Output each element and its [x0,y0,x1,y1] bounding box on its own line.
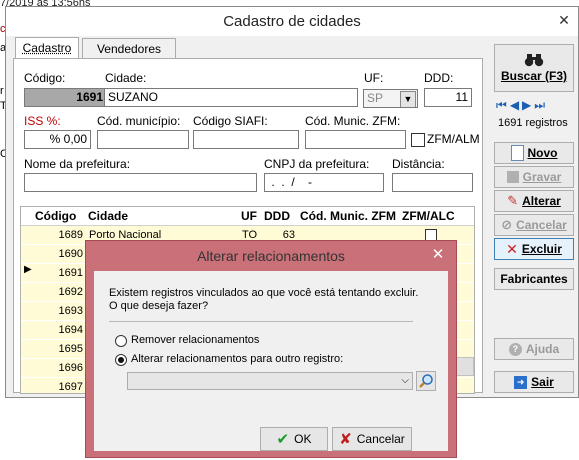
action-panel: Buscar (F3) ⏮◀▶⏭ 1691 registros Novo Gra… [491,44,577,396]
window-title: Cadastro de cidades [6,7,578,36]
cell-codigo: 1691 [58,267,83,279]
chevron-down-icon[interactable]: ▼ [400,91,416,107]
dialog-close-button[interactable]: ✕ [426,241,450,269]
dialog-body: Existem registros vinculados ao que você… [94,271,448,451]
codigo-field[interactable]: 1691 [24,88,107,107]
cell-codigo: 1694 [58,324,83,336]
gravar-button[interactable]: Gravar [494,166,574,188]
last-record-icon[interactable]: ⏭ [534,98,548,112]
distancia-label: Distância: [392,157,445,171]
cell-codigo: 1696 [58,362,83,374]
cell-codigo: 1695 [58,343,83,355]
background-edge-text: r [0,85,4,97]
registro-destino-select[interactable]: ⌵ [127,372,413,390]
current-row-indicator-icon: ▶ [24,264,32,275]
cnpj-label: CNPJ da prefeitura: [264,157,370,171]
uf-value: SP [367,91,384,105]
remover-relacionamentos-radio[interactable] [115,335,127,347]
previous-record-icon[interactable]: ◀ [510,98,522,112]
exit-icon: ➜ [514,375,528,389]
check-icon: ✔ [276,431,290,448]
close-icon: ✘ [339,431,352,448]
column-header-uf[interactable]: UF [241,207,257,225]
dialog-divider [109,321,413,322]
sair-button[interactable]: ➜ Sair [494,371,574,393]
column-header-zfm-alc[interactable]: ZFM/ALC [402,207,455,225]
alterar-relacionamentos-label[interactable]: Alterar relacionamentos para outro regis… [131,353,343,365]
ok-button[interactable]: ✔ OK [260,427,328,451]
remover-relacionamentos-label[interactable]: Remover relacionamentos [131,334,259,346]
cod-municipio-label: Cód. município: [97,114,181,128]
codigo-siafi-label: Código SIAFI: [193,114,268,128]
ajuda-button[interactable]: ? Ajuda [494,338,574,360]
cell-codigo: 1693 [58,305,83,317]
window-close-button[interactable]: ✕ [550,9,578,31]
ddd-label: DDD: [424,71,454,85]
tab-vendedores[interactable]: Vendedores [82,38,176,58]
cod-munic-zfm-label: Cód. Munic. ZFM: [305,114,401,128]
cancel-icon: ⊘ [501,217,513,232]
column-header-cidade[interactable]: Cidade [88,207,128,225]
excluir-button[interactable]: ✕ Excluir [494,238,574,260]
codigo-label: Código: [24,71,66,85]
alterar-relacionamentos-dialog: Alterar relacionamentos ✕ Existem regist… [85,240,457,458]
dialog-title: Alterar relacionamentos [197,248,345,264]
column-header-cod-munic-zfm[interactable]: Cód. Munic. ZFM [300,207,396,225]
tab-cadastro[interactable]: Cadastro [15,37,79,59]
iss-input[interactable]: % 0,00 [24,130,91,149]
search-button[interactable] [416,371,436,391]
alterar-relacionamentos-radio[interactable] [115,354,127,366]
next-record-icon[interactable]: ▶ [522,98,534,112]
grid-scrollbar[interactable] [456,357,474,376]
cancelar-button[interactable]: ⊘ Cancelar [494,214,574,236]
edit-pencil-icon: ✎ [507,193,519,208]
uf-label: UF: [364,71,384,85]
nome-prefeitura-input[interactable] [24,173,257,192]
help-icon: ? [508,342,522,356]
cell-codigo: 1690 [58,248,83,260]
buscar-button[interactable]: Buscar (F3) [494,44,574,92]
first-record-icon[interactable]: ⏮ [496,98,510,112]
cnpj-input[interactable]: . . / - [264,173,384,192]
alterar-button[interactable]: ✎ Alterar [494,190,574,212]
search-icon [419,374,433,388]
record-navigator[interactable]: ⏮◀▶⏭ [496,98,548,113]
nome-prefeitura-label: Nome da prefeitura: [24,157,131,171]
fabricantes-button[interactable]: Fabricantes [494,268,574,290]
cod-municipio-input[interactable] [97,130,189,149]
dialog-message-line2: O que deseja fazer? [109,300,209,312]
save-icon [506,171,519,183]
novo-button[interactable]: Novo [494,142,574,164]
zfm-alm-label: ZFM/ALM [427,132,480,146]
column-header-ddd[interactable]: DDD [264,207,290,225]
cidade-input[interactable]: SUZANO [104,88,358,107]
dialog-message: Existem registros vinculados ao que você… [109,287,418,313]
uf-select[interactable]: SP ▼ [363,89,418,108]
chevron-down-icon: ⌵ [401,375,409,386]
zfm-alm-checkbox[interactable] [411,133,425,147]
cell-codigo: 1697 [58,381,83,393]
distancia-input[interactable] [392,173,473,192]
ddd-input[interactable]: 11 [424,88,472,107]
cell-codigo: 1692 [58,286,83,298]
new-document-icon [510,145,524,161]
iss-label: ISS %: [24,114,61,128]
cidade-label: Cidade: [105,71,147,85]
cod-munic-zfm-input[interactable] [305,130,406,149]
cell-codigo: 1689 [58,229,83,241]
registros-count: 1691 registros [498,117,568,129]
codigo-siafi-input[interactable] [193,130,299,149]
dialog-message-line1: Existem registros vinculados ao que você… [109,287,419,299]
buscar-label: Buscar (F3) [500,69,568,83]
delete-x-icon: ✕ [506,240,518,257]
cancel-button[interactable]: ✘ Cancelar [332,427,412,451]
column-header-codigo[interactable]: Código [35,207,76,225]
binoculars-icon [524,54,544,67]
